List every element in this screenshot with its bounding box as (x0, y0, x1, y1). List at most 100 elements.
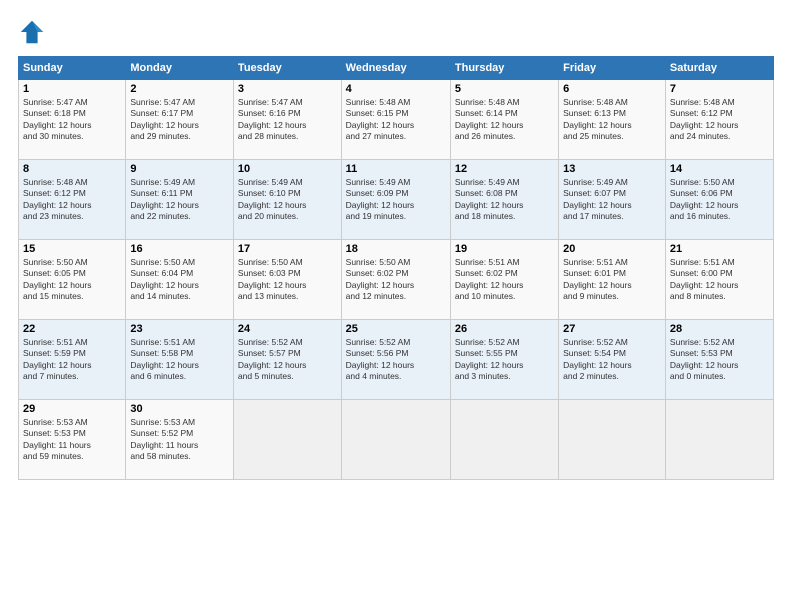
col-header-sunday: Sunday (19, 57, 126, 80)
day-number: 18 (346, 243, 446, 255)
calendar-cell: 14 Sunrise: 5:50 AM Sunset: 6:06 PM Dayli… (665, 160, 773, 240)
day-number: 3 (238, 83, 337, 95)
day-number: 21 (670, 243, 769, 255)
day-number: 22 (23, 323, 121, 335)
calendar-cell: 13 Sunrise: 5:49 AM Sunset: 6:07 PM Dayli… (559, 160, 666, 240)
day-number: 15 (23, 243, 121, 255)
day-number: 16 (130, 243, 229, 255)
col-header-monday: Monday (126, 57, 234, 80)
cell-info: Sunrise: 5:49 AM Sunset: 6:09 PM Dayligh… (346, 177, 446, 223)
day-number: 11 (346, 163, 446, 175)
col-header-thursday: Thursday (450, 57, 558, 80)
calendar-cell: 15 Sunrise: 5:50 AM Sunset: 6:05 PM Dayli… (19, 240, 126, 320)
day-number: 10 (238, 163, 337, 175)
calendar-cell (665, 400, 773, 480)
cell-info: Sunrise: 5:51 AM Sunset: 6:00 PM Dayligh… (670, 257, 769, 303)
calendar-cell (450, 400, 558, 480)
cell-info: Sunrise: 5:48 AM Sunset: 6:15 PM Dayligh… (346, 97, 446, 143)
day-number: 23 (130, 323, 229, 335)
day-number: 1 (23, 83, 121, 95)
day-number: 24 (238, 323, 337, 335)
week-row-3: 15 Sunrise: 5:50 AM Sunset: 6:05 PM Dayli… (19, 240, 774, 320)
day-number: 7 (670, 83, 769, 95)
calendar-cell: 1 Sunrise: 5:47 AM Sunset: 6:18 PM Daylig… (19, 80, 126, 160)
cell-info: Sunrise: 5:48 AM Sunset: 6:14 PM Dayligh… (455, 97, 554, 143)
calendar-cell: 16 Sunrise: 5:50 AM Sunset: 6:04 PM Dayli… (126, 240, 234, 320)
cell-info: Sunrise: 5:52 AM Sunset: 5:57 PM Dayligh… (238, 337, 337, 383)
day-number: 9 (130, 163, 229, 175)
calendar-cell: 11 Sunrise: 5:49 AM Sunset: 6:09 PM Dayli… (341, 160, 450, 240)
header-row: SundayMondayTuesdayWednesdayThursdayFrid… (19, 57, 774, 80)
calendar-cell: 9 Sunrise: 5:49 AM Sunset: 6:11 PM Daylig… (126, 160, 234, 240)
page: SundayMondayTuesdayWednesdayThursdayFrid… (0, 0, 792, 612)
cell-info: Sunrise: 5:50 AM Sunset: 6:05 PM Dayligh… (23, 257, 121, 303)
col-header-tuesday: Tuesday (233, 57, 341, 80)
calendar-cell (233, 400, 341, 480)
day-number: 8 (23, 163, 121, 175)
calendar-cell: 20 Sunrise: 5:51 AM Sunset: 6:01 PM Dayli… (559, 240, 666, 320)
cell-info: Sunrise: 5:47 AM Sunset: 6:18 PM Dayligh… (23, 97, 121, 143)
day-number: 19 (455, 243, 554, 255)
calendar-cell: 8 Sunrise: 5:48 AM Sunset: 6:12 PM Daylig… (19, 160, 126, 240)
day-number: 5 (455, 83, 554, 95)
calendar-cell: 26 Sunrise: 5:52 AM Sunset: 5:55 PM Dayli… (450, 320, 558, 400)
day-number: 14 (670, 163, 769, 175)
day-number: 29 (23, 403, 121, 415)
day-number: 2 (130, 83, 229, 95)
cell-info: Sunrise: 5:51 AM Sunset: 6:01 PM Dayligh… (563, 257, 661, 303)
week-row-1: 1 Sunrise: 5:47 AM Sunset: 6:18 PM Daylig… (19, 80, 774, 160)
cell-info: Sunrise: 5:50 AM Sunset: 6:04 PM Dayligh… (130, 257, 229, 303)
cell-info: Sunrise: 5:52 AM Sunset: 5:54 PM Dayligh… (563, 337, 661, 383)
cell-info: Sunrise: 5:50 AM Sunset: 6:02 PM Dayligh… (346, 257, 446, 303)
calendar-cell: 30Sunrise: 5:53 AM Sunset: 5:52 PM Dayli… (126, 400, 234, 480)
cell-info: Sunrise: 5:47 AM Sunset: 6:16 PM Dayligh… (238, 97, 337, 143)
cell-info: Sunrise: 5:48 AM Sunset: 6:12 PM Dayligh… (23, 177, 121, 223)
calendar-cell: 5 Sunrise: 5:48 AM Sunset: 6:14 PM Daylig… (450, 80, 558, 160)
calendar-cell: 28 Sunrise: 5:52 AM Sunset: 5:53 PM Dayli… (665, 320, 773, 400)
cell-info: Sunrise: 5:48 AM Sunset: 6:12 PM Dayligh… (670, 97, 769, 143)
cell-info: Sunrise: 5:53 AM Sunset: 5:53 PM Dayligh… (23, 417, 121, 463)
day-number: 26 (455, 323, 554, 335)
cell-info: Sunrise: 5:50 AM Sunset: 6:03 PM Dayligh… (238, 257, 337, 303)
day-number: 13 (563, 163, 661, 175)
calendar-cell: 3 Sunrise: 5:47 AM Sunset: 6:16 PM Daylig… (233, 80, 341, 160)
cell-info: Sunrise: 5:52 AM Sunset: 5:55 PM Dayligh… (455, 337, 554, 383)
day-number: 25 (346, 323, 446, 335)
logo (18, 18, 50, 46)
day-number: 6 (563, 83, 661, 95)
calendar-cell: 25 Sunrise: 5:52 AM Sunset: 5:56 PM Dayli… (341, 320, 450, 400)
cell-info: Sunrise: 5:53 AM Sunset: 5:52 PM Dayligh… (130, 417, 229, 463)
calendar-cell: 12Sunrise: 5:49 AM Sunset: 6:08 PM Dayli… (450, 160, 558, 240)
cell-info: Sunrise: 5:50 AM Sunset: 6:06 PM Dayligh… (670, 177, 769, 223)
cell-info: Sunrise: 5:51 AM Sunset: 5:59 PM Dayligh… (23, 337, 121, 383)
day-number: 20 (563, 243, 661, 255)
col-header-wednesday: Wednesday (341, 57, 450, 80)
calendar-cell: 18 Sunrise: 5:50 AM Sunset: 6:02 PM Dayli… (341, 240, 450, 320)
calendar-cell: 27 Sunrise: 5:52 AM Sunset: 5:54 PM Dayli… (559, 320, 666, 400)
cell-info: Sunrise: 5:48 AM Sunset: 6:13 PM Dayligh… (563, 97, 661, 143)
calendar-cell: 22 Sunrise: 5:51 AM Sunset: 5:59 PM Dayli… (19, 320, 126, 400)
calendar-cell: 17 Sunrise: 5:50 AM Sunset: 6:03 PM Dayli… (233, 240, 341, 320)
cell-info: Sunrise: 5:52 AM Sunset: 5:53 PM Dayligh… (670, 337, 769, 383)
calendar-cell: 10Sunrise: 5:49 AM Sunset: 6:10 PM Dayli… (233, 160, 341, 240)
calendar-cell (559, 400, 666, 480)
calendar-cell: 24 Sunrise: 5:52 AM Sunset: 5:57 PM Dayli… (233, 320, 341, 400)
week-row-5: 29 Sunrise: 5:53 AM Sunset: 5:53 PM Dayli… (19, 400, 774, 480)
calendar-cell: 6 Sunrise: 5:48 AM Sunset: 6:13 PM Daylig… (559, 80, 666, 160)
day-number: 17 (238, 243, 337, 255)
day-number: 12 (455, 163, 554, 175)
calendar-cell: 29 Sunrise: 5:53 AM Sunset: 5:53 PM Dayli… (19, 400, 126, 480)
day-number: 28 (670, 323, 769, 335)
week-row-4: 22 Sunrise: 5:51 AM Sunset: 5:59 PM Dayli… (19, 320, 774, 400)
calendar-cell: 21 Sunrise: 5:51 AM Sunset: 6:00 PM Dayli… (665, 240, 773, 320)
cell-info: Sunrise: 5:52 AM Sunset: 5:56 PM Dayligh… (346, 337, 446, 383)
col-header-saturday: Saturday (665, 57, 773, 80)
cell-info: Sunrise: 5:49 AM Sunset: 6:11 PM Dayligh… (130, 177, 229, 223)
calendar-cell: 7 Sunrise: 5:48 AM Sunset: 6:12 PM Daylig… (665, 80, 773, 160)
calendar-cell: 19 Sunrise: 5:51 AM Sunset: 6:02 PM Dayli… (450, 240, 558, 320)
day-number: 27 (563, 323, 661, 335)
cell-info: Sunrise: 5:49 AM Sunset: 6:07 PM Dayligh… (563, 177, 661, 223)
calendar-cell: 2Sunrise: 5:47 AM Sunset: 6:17 PM Daylig… (126, 80, 234, 160)
cell-info: Sunrise: 5:51 AM Sunset: 6:02 PM Dayligh… (455, 257, 554, 303)
calendar-cell: 4Sunrise: 5:48 AM Sunset: 6:15 PM Daylig… (341, 80, 450, 160)
